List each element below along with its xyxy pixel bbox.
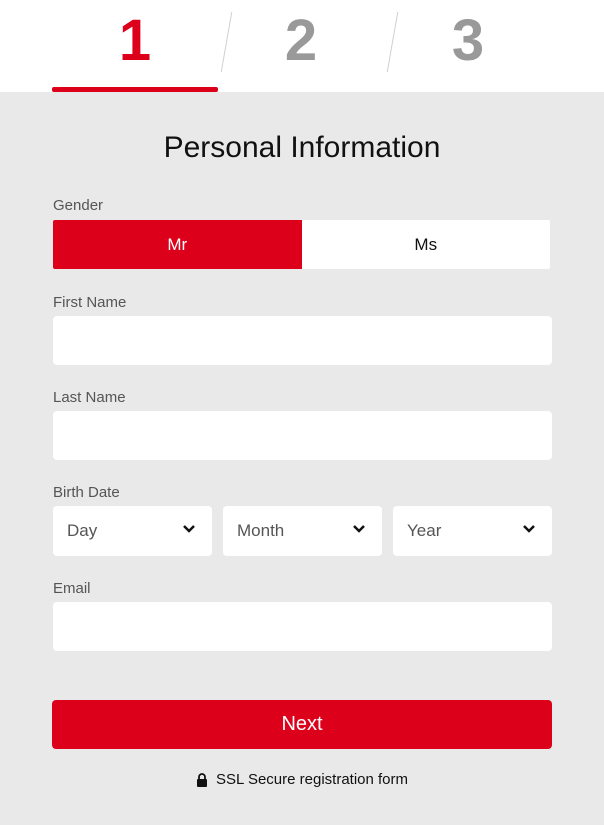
birth-month-value: Month [237, 521, 285, 540]
step-3: 3 [451, 8, 485, 73]
ssl-notice: SSL Secure registration form [0, 771, 604, 788]
gender-mr-button[interactable]: Mr [53, 220, 302, 269]
step-indicator: 1 2 3 [0, 0, 604, 92]
chevron-down-icon [523, 525, 535, 533]
gender-toggle: Mr Ms [53, 220, 550, 269]
birth-date-label: Birth Date [53, 484, 120, 501]
email-label: Email [53, 580, 91, 597]
step-2: 2 [284, 8, 318, 73]
birth-year-value: Year [407, 521, 442, 540]
active-step-underline [52, 87, 218, 92]
birth-day-value: Day [67, 521, 98, 540]
first-name-label: First Name [53, 294, 127, 311]
gender-ms-button[interactable]: Ms [302, 220, 551, 269]
lock-icon [196, 772, 207, 787]
birth-year-select[interactable]: Year [393, 506, 552, 556]
step-1: 1 [118, 8, 152, 73]
ssl-text: SSL Secure registration form [215, 771, 409, 788]
chevron-down-icon [183, 525, 195, 533]
last-name-label: Last Name [53, 389, 126, 406]
birth-month-select[interactable]: Month [223, 506, 382, 556]
birth-day-select[interactable]: Day [53, 506, 212, 556]
chevron-down-icon [353, 525, 365, 533]
email-field[interactable] [53, 602, 552, 651]
page-title: Personal Information [163, 131, 441, 164]
next-button[interactable]: Next [52, 700, 552, 749]
last-name-field[interactable] [53, 411, 552, 460]
first-name-field[interactable] [53, 316, 552, 365]
gender-label: Gender [53, 197, 104, 214]
